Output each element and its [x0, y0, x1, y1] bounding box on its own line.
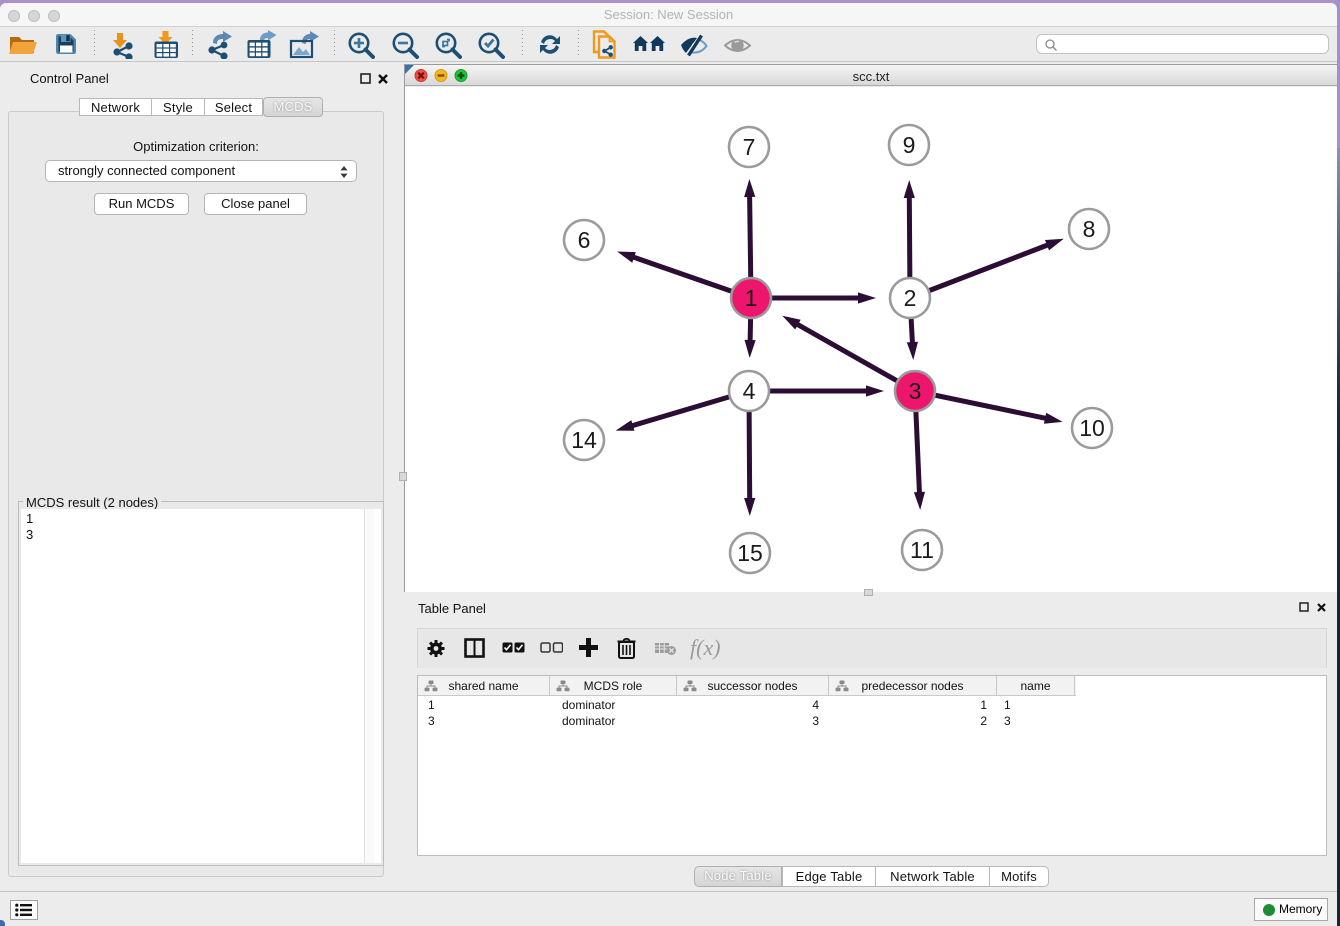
- svg-text:11: 11: [910, 537, 934, 563]
- svg-text:7: 7: [743, 134, 756, 160]
- svg-text:3: 3: [909, 378, 922, 404]
- svg-text:10: 10: [1079, 415, 1105, 441]
- svg-text:8: 8: [1083, 216, 1096, 242]
- svg-text:6: 6: [578, 227, 591, 253]
- svg-text:9: 9: [903, 132, 916, 158]
- svg-text:14: 14: [571, 427, 597, 453]
- svg-text:4: 4: [743, 378, 756, 404]
- svg-text:1: 1: [745, 285, 758, 311]
- svg-text:2: 2: [904, 285, 917, 311]
- svg-text:15: 15: [737, 540, 763, 566]
